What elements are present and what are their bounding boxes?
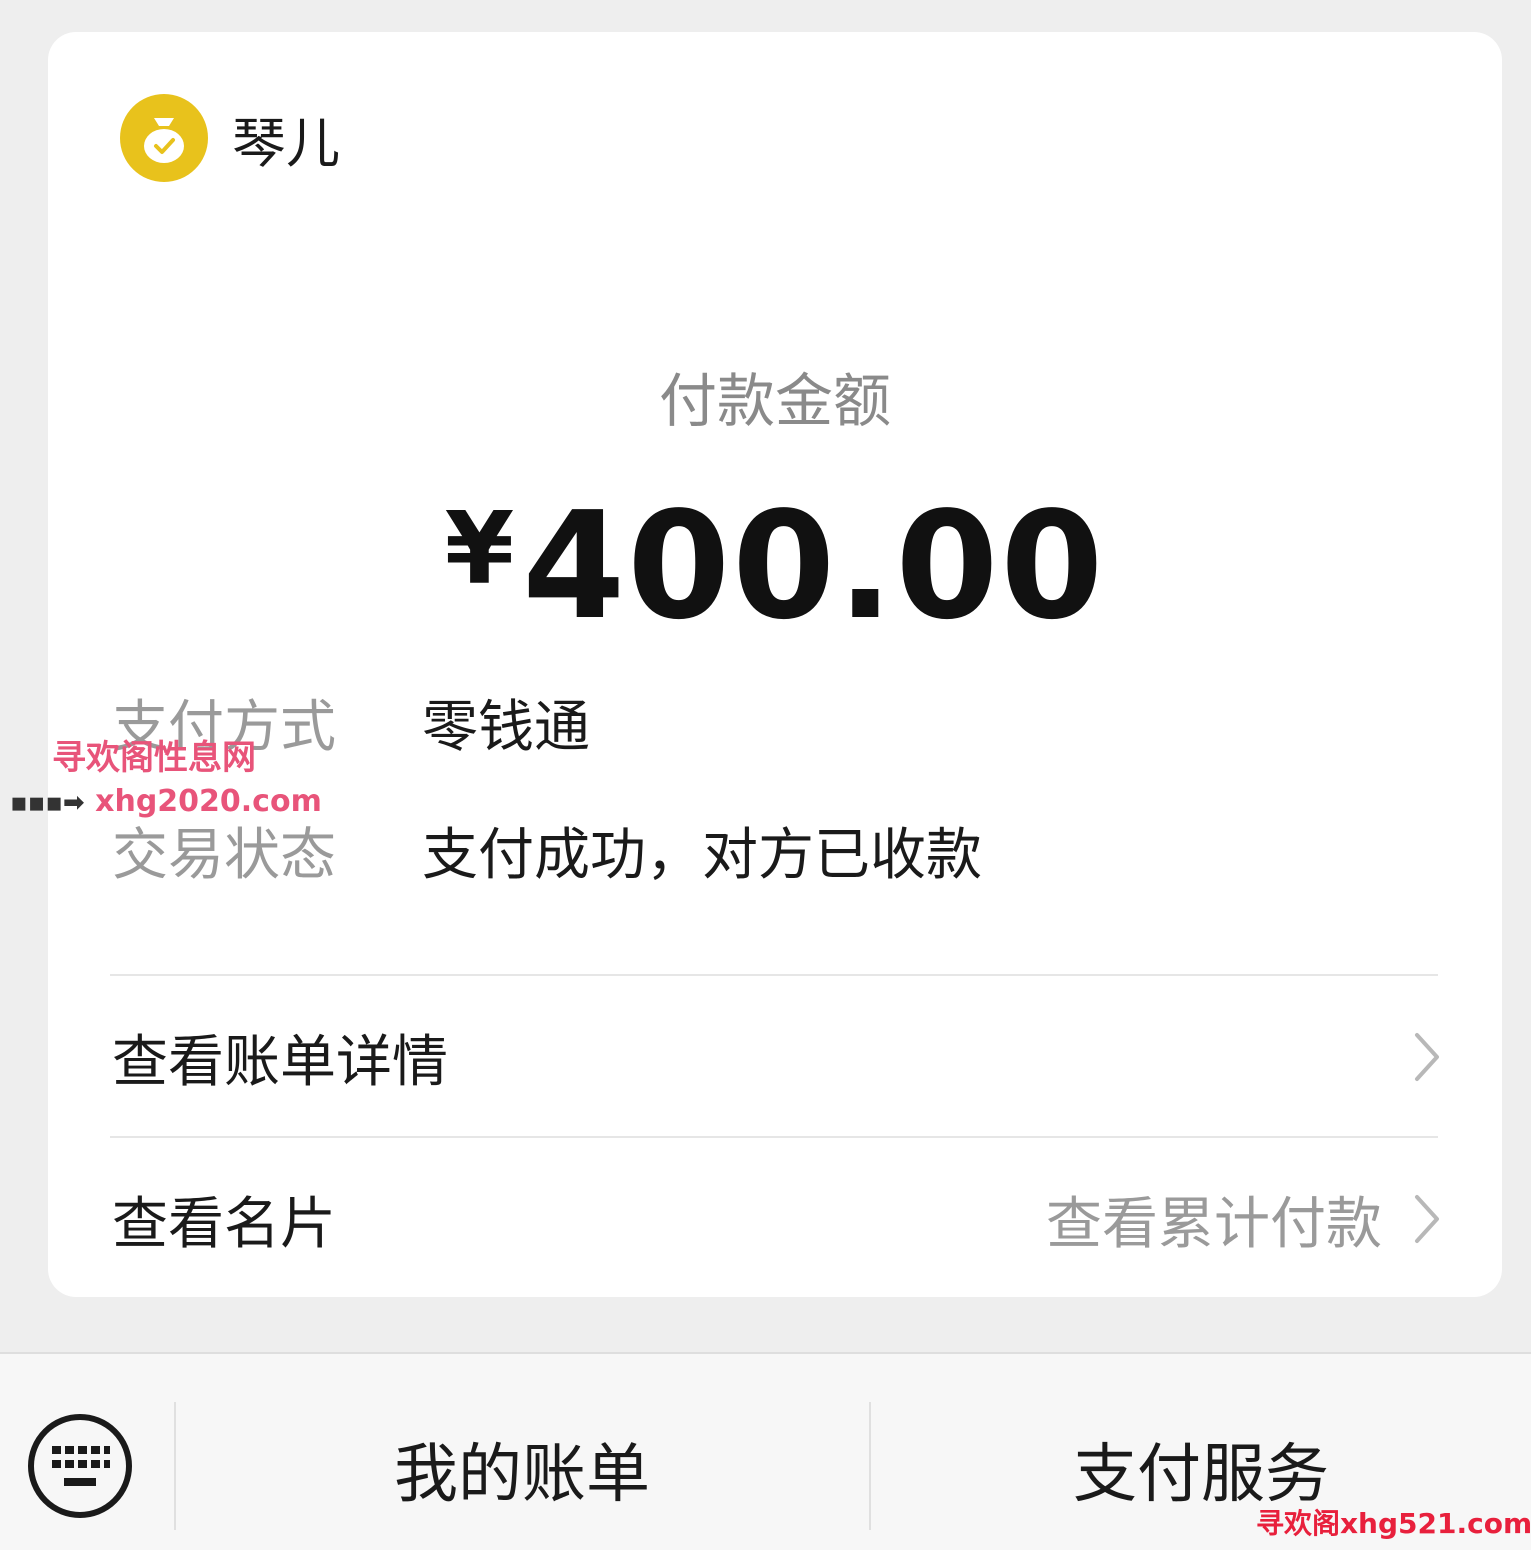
transaction-status-label: 交易状态	[112, 823, 336, 888]
amount-label: 付款金额	[658, 367, 891, 435]
money-bag-icon	[120, 94, 208, 182]
divider	[110, 1136, 1438, 1138]
divider	[110, 974, 1438, 976]
currency-symbol: ¥	[444, 490, 515, 607]
watermark-site-url: ▪▪▪➡ xhg2020.com	[10, 784, 322, 819]
transaction-status-value: 支付成功，对方已收款	[422, 823, 982, 888]
merchant-name: 琴儿	[232, 111, 340, 175]
view-bill-details-label: 查看账单详情	[112, 1029, 448, 1095]
view-business-card-label: 查看名片	[112, 1191, 336, 1257]
merchant-header: 琴儿	[120, 94, 340, 182]
cumulative-payment-link[interactable]: 查看累计付款	[1046, 1179, 1442, 1260]
keyboard-icon	[28, 1414, 132, 1518]
payment-method-value: 零钱通	[422, 695, 590, 760]
amount-value: 400.00	[522, 480, 1106, 652]
keyboard-toggle-button[interactable]	[26, 1412, 134, 1520]
view-bill-details-link[interactable]: 查看账单详情	[112, 1007, 1442, 1107]
transaction-status-row: 交易状态 支付成功，对方已收款	[112, 810, 982, 891]
chevron-right-icon	[1415, 1033, 1439, 1081]
chevron-right-icon	[1415, 1195, 1439, 1243]
watermark-corner: 寻欢阁xhg521.com	[1256, 1507, 1531, 1540]
arrow-icon: ▪▪▪➡	[10, 788, 85, 818]
watermark-site-name: 寻欢阁性息网	[52, 738, 256, 778]
cumulative-payment-label: 查看累计付款	[1046, 1191, 1382, 1257]
payment-card: 琴儿 付款金额 ¥400.00 支付方式 零钱通 交易状态 支付成功，对方已收款…	[48, 32, 1502, 1297]
view-business-card-link[interactable]: 查看名片 查看累计付款	[112, 1169, 1442, 1269]
tab-my-bills[interactable]: 我的账单	[176, 1414, 868, 1524]
payment-amount: ¥400.00	[48, 480, 1502, 652]
